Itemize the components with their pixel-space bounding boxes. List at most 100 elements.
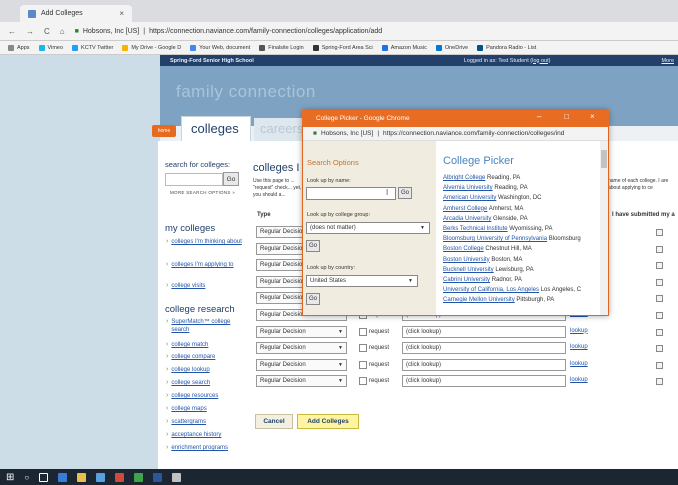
file-explorer-icon[interactable] — [77, 472, 87, 482]
tab-colleges[interactable]: colleges — [181, 116, 251, 141]
windows-start-icon[interactable]: ⊞ — [6, 472, 14, 483]
college-name-link[interactable]: American University — [443, 195, 496, 201]
back-icon[interactable]: ← — [8, 27, 16, 36]
decision-type-select[interactable]: Regular Decision ▼ — [256, 342, 347, 355]
lookup-link[interactable]: lookup — [570, 377, 588, 383]
sidebar-link-label[interactable]: colleges I'm thinking about — [171, 238, 242, 246]
maximize-icon[interactable]: □ — [564, 112, 569, 121]
college-search-input[interactable] — [165, 173, 223, 186]
bookmark-item[interactable]: Spring-Ford Area Sci — [312, 44, 373, 51]
submitted-checkbox[interactable] — [656, 312, 663, 319]
sidebar-link[interactable]: › colleges I'm thinking about — [166, 238, 246, 246]
bookmark-item[interactable]: KCTV Twitter — [72, 44, 113, 51]
store-icon[interactable] — [96, 472, 106, 482]
lookup-link[interactable]: lookup — [570, 344, 588, 350]
sidebar-link-label[interactable]: college compare — [171, 353, 215, 361]
search-icon[interactable]: ○ — [24, 473, 29, 482]
bookmark-item[interactable]: Vimeo — [38, 44, 63, 51]
logout-link[interactable]: (log out) — [530, 58, 550, 64]
chrome-icon[interactable] — [115, 472, 125, 482]
decision-type-select[interactable]: Regular Decision ▼ — [256, 358, 347, 371]
sidebar-link-label[interactable]: colleges I'm applying to — [171, 261, 233, 269]
sidebar-link[interactable]: › college search — [166, 379, 246, 387]
home-icon[interactable]: ⌂ — [60, 27, 65, 36]
group-go-button[interactable]: Go — [306, 240, 320, 252]
sidebar-link-label[interactable]: college maps — [171, 405, 206, 413]
url-field[interactable]: ■ Hobsons, Inc [US] | https://connection… — [75, 28, 383, 35]
close-tab-icon[interactable]: × — [119, 9, 124, 18]
app-icon[interactable] — [172, 472, 182, 482]
bookmark-item[interactable]: Amazon Music — [381, 44, 427, 51]
lookup-link[interactable]: lookup — [570, 361, 588, 367]
minimize-icon[interactable]: – — [537, 112, 541, 121]
sidebar-link-label[interactable]: college visits — [171, 282, 205, 290]
sidebar-link-label[interactable]: college match — [171, 341, 208, 349]
sidebar-link[interactable]: › scattergrams — [166, 418, 246, 426]
sidebar-link[interactable]: › college visits — [166, 282, 246, 290]
sidebar-link[interactable]: › college maps — [166, 405, 246, 413]
more-link[interactable]: More — [661, 58, 674, 64]
college-name-link[interactable]: Berks Technical Institute — [443, 226, 508, 232]
submitted-checkbox[interactable] — [656, 378, 663, 386]
bookmark-item[interactable]: My Drive - Google D — [122, 44, 181, 51]
sidebar-link-label[interactable]: college resources — [171, 392, 218, 400]
sidebar-link[interactable]: › acceptance history — [166, 431, 246, 439]
sidebar-link-label[interactable]: college search — [171, 379, 210, 387]
college-lookup-field[interactable]: (click lookup) — [402, 375, 566, 388]
edge-icon[interactable] — [58, 472, 68, 482]
bookmark-item[interactable]: Apps — [8, 44, 30, 51]
sidebar-link[interactable]: › college match — [166, 341, 246, 349]
excel-icon[interactable] — [134, 472, 144, 482]
decision-type-select[interactable]: Regular Decision ▼ — [256, 375, 347, 388]
college-name-input[interactable] — [306, 187, 396, 200]
country-select[interactable]: United States ▼ — [306, 275, 418, 287]
submitted-checkbox[interactable] — [656, 328, 663, 336]
task-view-icon[interactable] — [39, 472, 49, 482]
tab-careers[interactable]: careers — [254, 118, 302, 141]
decision-type-select[interactable]: Regular Decision ▼ — [256, 325, 347, 338]
sidebar-link[interactable]: › enrichment programs — [166, 444, 246, 452]
forward-icon[interactable]: → — [26, 27, 34, 36]
sidebar-link-label[interactable]: SuperMatch™ college search — [171, 318, 246, 334]
submitted-checkbox[interactable] — [656, 361, 663, 369]
college-name-link[interactable]: Carnegie Mellon University — [443, 297, 515, 303]
bookmark-item[interactable]: Your Web, document — [190, 44, 250, 51]
sidebar-link[interactable]: › college resources — [166, 392, 246, 400]
college-name-link[interactable]: Boston University — [443, 257, 490, 263]
college-name-link[interactable]: University of California, Los Angeles — [443, 287, 539, 293]
sidebar-link[interactable]: › college lookup — [166, 366, 246, 374]
college-lookup-field[interactable]: (click lookup) — [402, 358, 566, 371]
more-search-options-link[interactable]: MORE SEARCH OPTIONS » — [170, 190, 235, 195]
word-icon[interactable] — [153, 472, 163, 482]
submitted-checkbox[interactable] — [656, 278, 663, 286]
close-window-icon[interactable]: × — [590, 112, 595, 121]
bookmark-item[interactable]: OneDrive — [435, 44, 468, 51]
sidebar-link-label[interactable]: scattergrams — [171, 418, 206, 426]
request-checkbox[interactable] — [359, 344, 367, 353]
sidebar-link[interactable]: › SuperMatch™ college search — [166, 318, 246, 334]
submitted-checkbox[interactable] — [656, 245, 663, 253]
sidebar-link-label[interactable]: enrichment programs — [171, 444, 228, 452]
bookmark-item[interactable]: Pandora Radio - List — [477, 44, 536, 51]
college-lookup-field[interactable]: (click lookup) — [402, 325, 566, 338]
name-go-button[interactable]: Go — [398, 187, 412, 199]
request-checkbox[interactable] — [359, 360, 367, 369]
lookup-link[interactable]: lookup — [570, 328, 588, 334]
college-name-link[interactable]: Cabrini University — [443, 277, 490, 283]
bookmark-item[interactable]: Finalsite Login — [259, 44, 304, 51]
college-name-link[interactable]: Boston College — [443, 246, 484, 252]
cancel-button[interactable]: Cancel — [255, 414, 293, 429]
country-go-button[interactable]: Go — [306, 293, 320, 305]
college-name-link[interactable]: Amherst College — [443, 206, 487, 212]
request-checkbox[interactable] — [359, 327, 367, 336]
college-name-link[interactable]: Arcadia University — [443, 216, 491, 222]
request-checkbox[interactable] — [359, 377, 367, 386]
sidebar-link[interactable]: › colleges I'm applying to — [166, 261, 246, 269]
submitted-checkbox[interactable] — [656, 262, 663, 270]
college-name-link[interactable]: Alvernia University — [443, 185, 493, 191]
submitted-checkbox[interactable] — [656, 229, 663, 236]
popup-address-bar[interactable]: ■ Hobsons, Inc [US] | https://connection… — [303, 127, 608, 141]
college-name-link[interactable]: Bucknell University — [443, 267, 494, 273]
sidebar-link-label[interactable]: acceptance history — [171, 431, 221, 439]
browser-tab[interactable]: Add Colleges × — [20, 5, 132, 22]
